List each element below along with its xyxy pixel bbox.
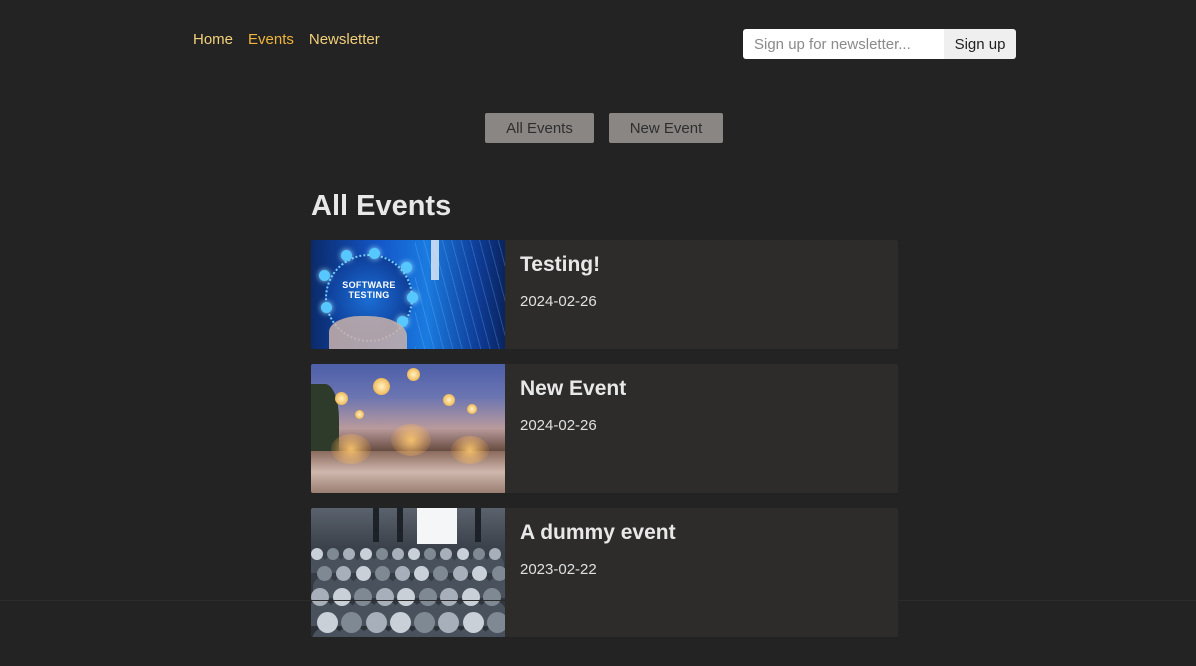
newsletter-signup-form: Sign up (743, 29, 1016, 59)
image-decoration (491, 566, 505, 581)
event-card[interactable]: New Event 2024-02-26 (311, 364, 898, 493)
event-image-party-lanterns (311, 364, 505, 493)
all-events-button[interactable]: All Events (485, 113, 594, 143)
image-decoration (375, 588, 394, 606)
image-decoration (394, 566, 410, 581)
event-date: 2023-02-22 (520, 561, 597, 578)
image-decoration (359, 548, 372, 560)
event-date: 2024-02-26 (520, 417, 597, 434)
image-decoration (335, 392, 348, 405)
image-decoration (417, 508, 457, 544)
image-decoration (451, 436, 489, 464)
image-decoration (369, 248, 380, 259)
image-decoration (332, 588, 351, 606)
image-decoration (397, 508, 403, 542)
event-title: New Event (520, 377, 627, 400)
image-decoration (452, 566, 468, 581)
event-image-crowd (311, 508, 505, 637)
event-title: Testing! (520, 253, 601, 276)
image-decoration (355, 410, 364, 419)
event-title: A dummy event (520, 521, 676, 544)
image-decoration (331, 434, 371, 464)
event-image-software-testing: SOFTWARE TESTING (311, 240, 505, 349)
image-decoration (475, 508, 481, 542)
newsletter-signup-button[interactable]: Sign up (944, 29, 1016, 59)
image-decoration (472, 548, 485, 560)
newsletter-email-input[interactable] (743, 29, 944, 59)
nav-link-newsletter[interactable]: Newsletter (309, 31, 380, 48)
image-decoration (341, 250, 352, 261)
new-event-button[interactable]: New Event (609, 113, 723, 143)
page: Home Events Newsletter Sign up All Event… (0, 0, 1196, 666)
image-decoration (311, 588, 329, 606)
image-decoration (354, 588, 373, 606)
image-decoration (414, 612, 435, 633)
image-decoration (486, 612, 505, 633)
image-decoration (415, 240, 505, 349)
image-decoration (418, 588, 437, 606)
event-card[interactable]: A dummy event 2023-02-22 (311, 508, 898, 637)
image-decoration (443, 394, 455, 406)
image-decoration (391, 548, 404, 560)
image-decoration (389, 612, 411, 633)
image-decoration (488, 548, 501, 560)
event-info: New Event 2024-02-26 (505, 364, 626, 493)
image-decoration (407, 292, 418, 303)
event-date: 2024-02-26 (520, 293, 597, 310)
event-card[interactable]: SOFTWARE TESTING Testing! 2024-02-26 (311, 240, 898, 349)
image-decoration (321, 302, 332, 313)
image-decoration (375, 548, 388, 560)
image-decoration (365, 612, 387, 633)
event-actions: All Events New Event (485, 113, 723, 143)
page-title: All Events (311, 190, 452, 222)
events-list: SOFTWARE TESTING Testing! 2024-02-26 New… (311, 240, 898, 652)
main-navigation: Home Events Newsletter (193, 31, 380, 48)
nav-link-events[interactable]: Events (248, 31, 294, 48)
image-decoration (456, 548, 469, 560)
image-decoration (461, 588, 480, 606)
event-info: A dummy event 2023-02-22 (505, 508, 676, 637)
image-decoration (462, 612, 484, 633)
image-decoration (467, 404, 477, 414)
image-decoration (373, 508, 379, 542)
image-decoration (408, 548, 420, 560)
nav-link-home[interactable]: Home (193, 31, 233, 48)
image-decoration (317, 612, 338, 633)
image-decoration (329, 316, 407, 349)
event-info: Testing! 2024-02-26 (505, 240, 600, 349)
image-decoration (319, 270, 330, 281)
image-decoration (355, 566, 371, 581)
image-decoration (373, 378, 390, 395)
image-caption: SOFTWARE TESTING (342, 280, 396, 300)
image-decoration (317, 566, 332, 581)
image-decoration (414, 566, 429, 581)
image-decoration (311, 548, 323, 560)
image-decoration (391, 424, 431, 456)
image-decoration (407, 368, 420, 381)
image-decoration (401, 262, 412, 273)
image-decoration (431, 240, 439, 280)
